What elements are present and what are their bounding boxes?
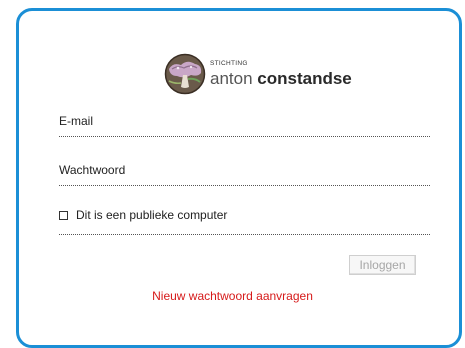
password-input[interactable]	[59, 163, 430, 185]
login-button[interactable]: Inloggen	[349, 255, 416, 275]
logo-title-last: constandse	[257, 68, 352, 88]
logo-title: anton constandse	[210, 70, 352, 87]
logo-wordmark: STICHTING anton constandse	[210, 61, 352, 87]
logo-title-first: anton	[210, 68, 253, 88]
logo-subtitle: STICHTING	[210, 60, 248, 68]
password-field: Wachtwoord	[59, 163, 430, 186]
email-input[interactable]	[59, 114, 430, 136]
email-field: E-mail	[59, 114, 430, 137]
mushroom-logo-icon	[164, 53, 206, 95]
organization-logo: STICHTING anton constandse	[164, 53, 352, 95]
reset-password-link[interactable]: Nieuw wachtwoord aanvragen	[0, 289, 465, 303]
public-computer-checkbox[interactable]	[59, 211, 68, 220]
public-computer-label[interactable]: Dit is een publieke computer	[76, 208, 227, 222]
public-computer-option[interactable]: Dit is een publieke computer	[59, 208, 430, 235]
